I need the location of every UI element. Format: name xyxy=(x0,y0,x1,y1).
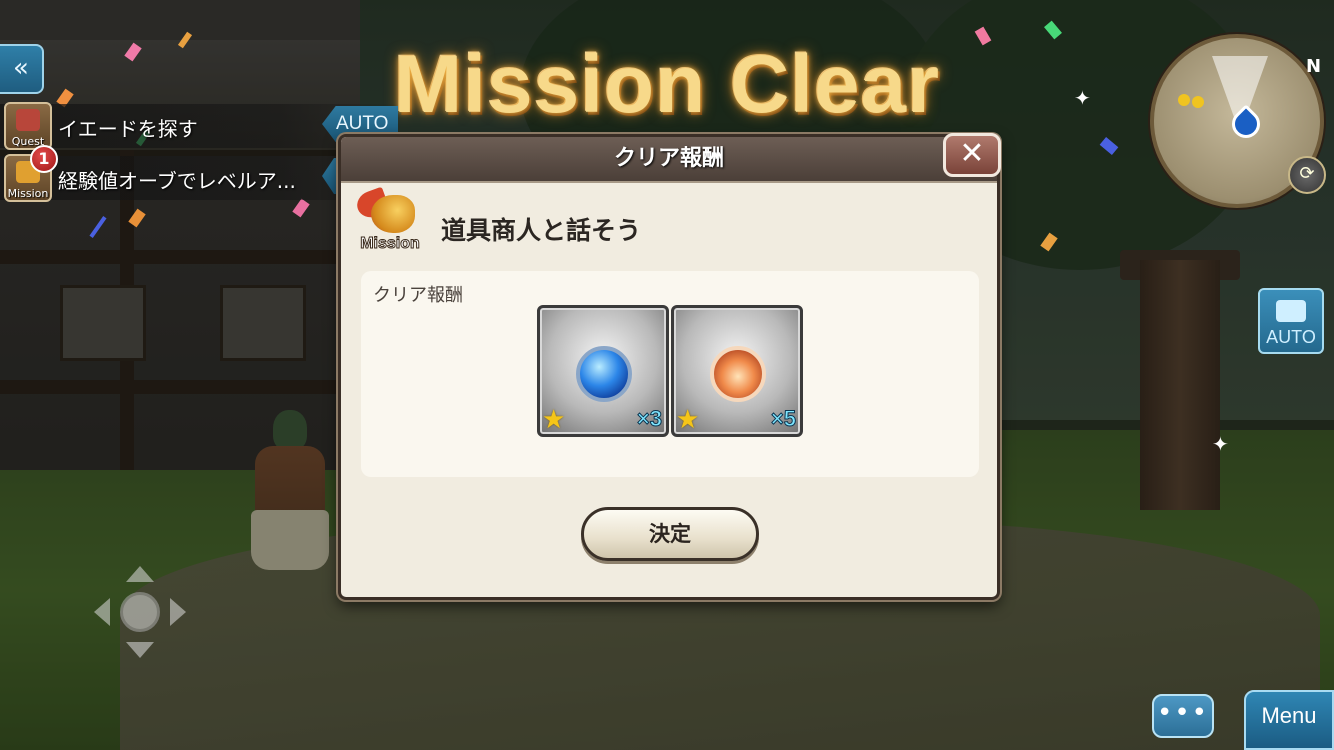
menu-button[interactable]: Menu xyxy=(1244,690,1334,750)
video-camera-icon xyxy=(1276,300,1306,322)
notification-badge: 1 xyxy=(30,145,58,173)
rarity-star-icon: ★ xyxy=(676,405,700,435)
joystick-knob xyxy=(120,592,160,632)
rarity-star-icon: ★ xyxy=(542,405,566,435)
collapse-panel-button[interactable]: « xyxy=(0,44,44,94)
reward-item[interactable]: ★ ×5 xyxy=(671,305,803,437)
rotate-icon: ⟳ xyxy=(1299,163,1315,184)
rotate-camera-button[interactable]: ⟳ xyxy=(1288,156,1326,194)
dialog-header: クリア報酬 xyxy=(341,137,997,183)
close-button[interactable]: ✕ xyxy=(943,133,1001,177)
reward-quantity: ×5 xyxy=(770,406,796,432)
bird-icon xyxy=(371,195,415,233)
mission-badge-label: Mission xyxy=(360,235,421,253)
auto-camera-label: AUTO xyxy=(1266,327,1316,347)
map-marker-icon xyxy=(1192,96,1204,108)
reward-dialog: クリア報酬 ✕ Mission 道具商人と話そう クリア報酬 ★ ×3 ★ ×5… xyxy=(338,133,1001,600)
confirm-button[interactable]: 決定 xyxy=(581,507,759,561)
reward-item[interactable]: ★ ×3 xyxy=(537,305,669,437)
blue-orb-icon xyxy=(576,346,632,402)
quest-text: イエードを探す xyxy=(58,117,198,141)
mission-name: 道具商人と話そう xyxy=(441,216,642,245)
fire-orb-icon xyxy=(710,346,766,402)
auto-camera-button[interactable]: AUTO xyxy=(1258,288,1324,354)
mission-icon-label: Mission xyxy=(7,187,49,200)
mission-text: 経験値オーブでレベルア... xyxy=(58,169,296,193)
mission-badge-icon: Mission xyxy=(353,186,425,265)
reward-quantity: ×3 xyxy=(636,406,662,432)
close-icon: ✕ xyxy=(959,136,985,171)
dialog-title: クリア報酬 xyxy=(613,146,724,171)
virtual-joystick[interactable] xyxy=(94,566,186,658)
chat-button[interactable]: ••• xyxy=(1152,694,1214,738)
sparkle-icon: ✦ xyxy=(1212,432,1229,456)
shop-icon xyxy=(16,109,40,131)
reward-section-label: クリア報酬 xyxy=(373,285,463,306)
double-chevron-left-icon: « xyxy=(13,53,29,83)
map-marker-icon xyxy=(1178,94,1190,106)
quest-icon: Quest xyxy=(4,102,52,150)
north-indicator: N xyxy=(1306,56,1322,77)
reward-section: クリア報酬 ★ ×3 ★ ×5 xyxy=(361,271,979,477)
